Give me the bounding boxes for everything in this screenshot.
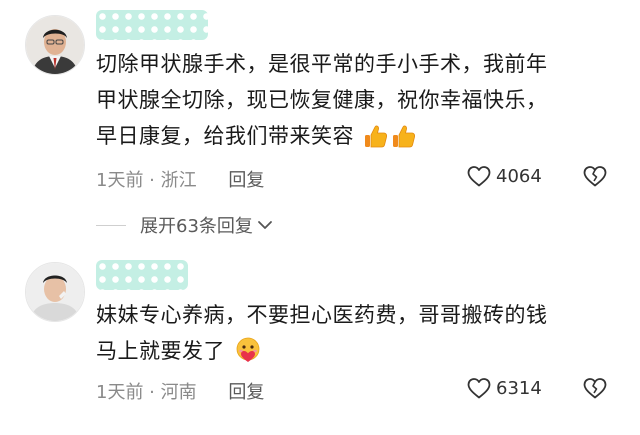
username-redacted[interactable] (96, 10, 208, 40)
divider (96, 224, 126, 226)
broken-heart-icon (583, 166, 607, 187)
broken-heart-icon (583, 378, 607, 399)
avatar[interactable] (25, 15, 85, 75)
comment-text-line: 早日康复，给我们带来笑容 (96, 124, 354, 148)
thumbs-up-icon (363, 123, 389, 160)
expand-replies[interactable]: 展开63条回复 (96, 212, 273, 238)
like-button[interactable]: 4064 (466, 164, 542, 188)
dislike-button[interactable] (582, 376, 608, 404)
avatar-image (26, 263, 84, 321)
comment-text: 妹妹专心养病，不要担心医药费，哥哥搬砖的钱 马上就要发了 (96, 297, 616, 375)
like-count: 4064 (496, 165, 542, 187)
reply-button[interactable]: 回复 (228, 170, 264, 191)
thumbs-up-icon (391, 123, 417, 160)
comment-meta: 1天前 · 浙江 回复 (96, 166, 264, 192)
comment-text-line: 马上就要发了 (96, 339, 225, 363)
heart-icon (467, 166, 491, 187)
chevron-down-icon (258, 221, 272, 229)
comment-meta: 1天前 · 河南 回复 (96, 378, 264, 404)
time-location: 1天前 · 浙江 (96, 170, 197, 191)
avatar-image (26, 16, 84, 74)
comment-text-line: 妹妹专心养病，不要担心医药费，哥哥搬砖的钱 (96, 303, 548, 327)
dislike-button[interactable] (582, 164, 608, 192)
username-redacted[interactable] (96, 260, 188, 290)
avatar[interactable] (25, 262, 85, 322)
reply-button[interactable]: 回复 (228, 382, 264, 403)
time-location: 1天前 · 河南 (96, 382, 197, 403)
expand-replies-label: 展开63条回复 (140, 216, 253, 237)
like-count: 6314 (496, 377, 542, 399)
heart-face-icon (234, 336, 262, 375)
like-button[interactable]: 6314 (466, 376, 542, 400)
comment-text-line: 切除甲状腺手术，是很平常的手小手术，我前年 (96, 52, 548, 76)
comment-text-line: 甲状腺全切除，现已恢复健康，祝你幸福快乐， (96, 88, 548, 112)
heart-icon (467, 378, 491, 399)
comment-text: 切除甲状腺手术，是很平常的手小手术，我前年 甲状腺全切除，现已恢复健康，祝你幸福… (96, 46, 616, 160)
